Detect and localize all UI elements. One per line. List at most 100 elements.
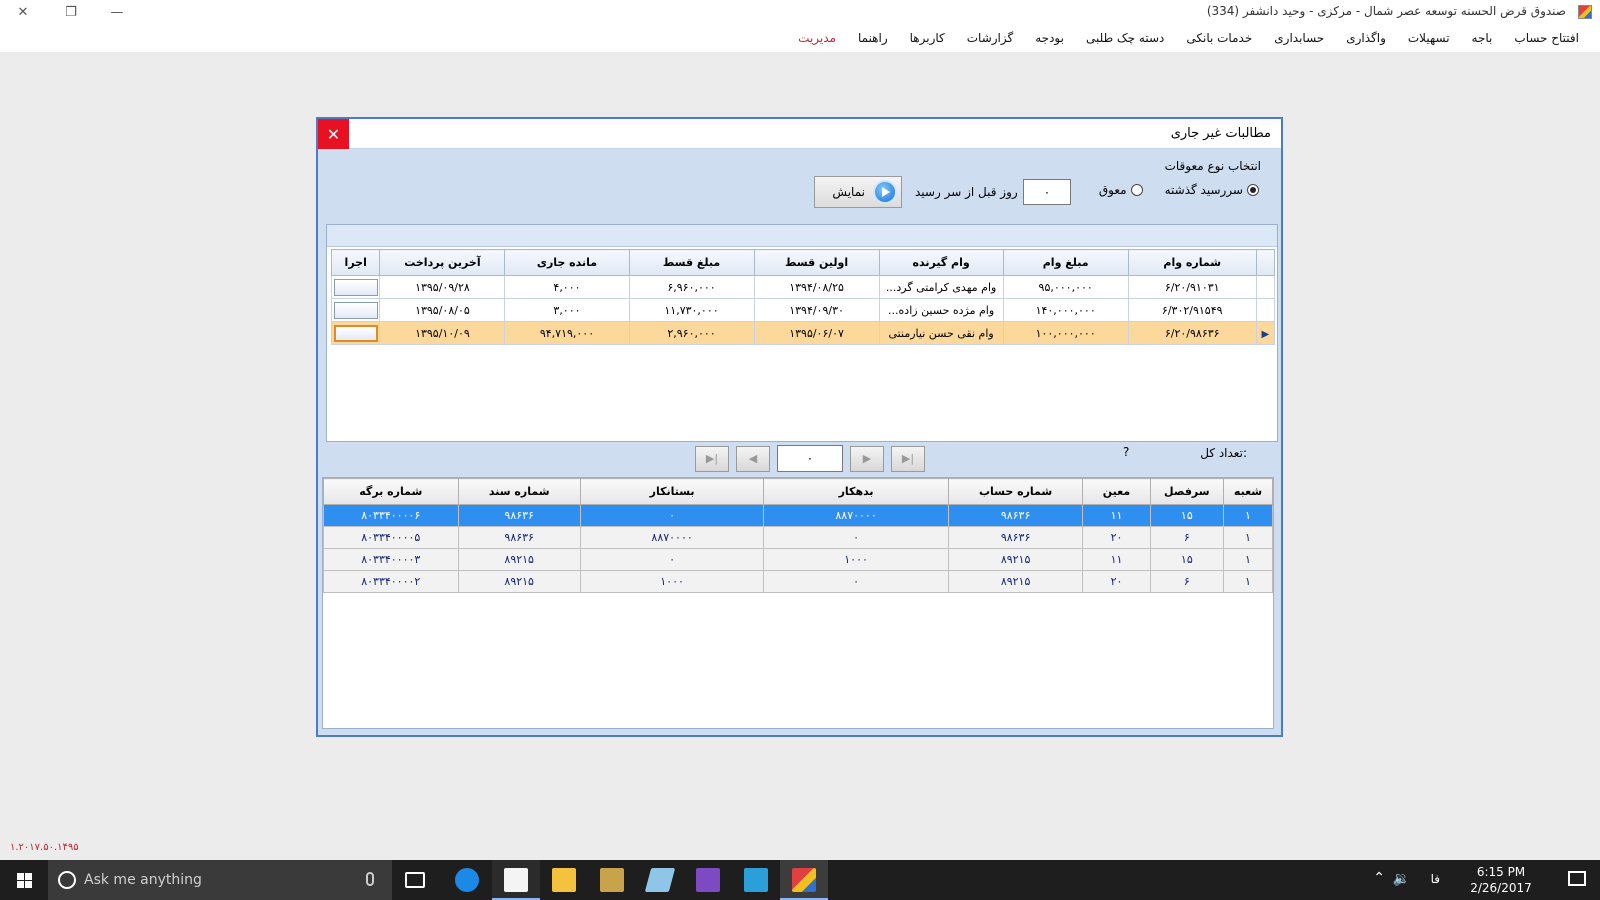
credit-cell: ۰ [579,504,765,527]
debit-cell: ۰ [763,526,949,549]
language-indicator[interactable]: فا [1431,872,1440,886]
col-credit[interactable]: بستانکار [579,478,765,505]
col-balance[interactable]: مانده جاری [504,249,630,276]
loan-row[interactable]: ۱۳۹۵/۰۹/۲۸ ۴,۰۰۰ ۶,۹۶۰,۰۰۰ ۱۳۹۴/۰۸/۲۵ وا… [330,275,1276,299]
loan-number-cell: ۶/۲۰/۹۱۰۳۱ [1127,275,1257,299]
radio-overdue[interactable] [1247,184,1259,196]
store-icon[interactable] [504,868,528,892]
document-number-cell: ۹۸۶۳۶ [457,504,581,527]
microphone-icon[interactable] [366,872,374,886]
col-indicator [1255,249,1276,276]
menu-teller[interactable]: باجه [1461,31,1504,45]
col-document-number[interactable]: شماره سند [457,478,581,505]
radio-delayed-label: معوق [1098,183,1127,197]
cortana-icon [58,871,76,889]
menu-reports[interactable]: گزارشات [956,31,1024,45]
menu-facilities[interactable]: تسهیلات [1397,31,1461,45]
total-count-value: ? [1123,445,1130,459]
restore-window-icon[interactable]: ❐ [48,0,94,24]
notes-app-icon[interactable] [644,868,676,892]
loan-number-cell: ۶/۲۰/۹۸۶۳۶ [1127,321,1257,345]
menu-help[interactable]: راهنما [847,31,899,45]
loan-number-cell: ۶/۳۰۲/۹۱۵۴۹ [1127,298,1257,322]
volume-icon[interactable]: 🔉 [1393,871,1410,887]
balance-cell: ۳,۰۰۰ [504,298,630,322]
sub-ledger-cell: ۲۰ [1082,570,1151,593]
col-last-payment[interactable]: آخرین پرداخت [379,249,506,276]
sheet-number-cell: ۸۰۳۳۴۰۰۰۰۵ [323,526,459,549]
last-payment-cell: ۱۳۹۵/۰۹/۲۸ [379,275,506,299]
menu-bank-services[interactable]: خدمات بانکی [1175,31,1263,45]
loans-table: اجرا آخرین پرداخت مانده جاری مبلغ قسط او… [330,249,1276,345]
col-first-installment[interactable]: اولین قسط [753,249,880,276]
exec-button[interactable] [333,324,378,342]
dialog-title: مطالبات غیر جاری [1170,126,1271,141]
installment-amount-cell: ۱۱,۷۳۰,۰۰۰ [628,298,755,322]
edge-browser-icon[interactable] [455,868,479,892]
col-debit[interactable]: بدهکار [763,478,949,505]
last-payment-cell: ۱۳۹۵/۱۰/۰۹ [379,321,506,345]
col-loan-amount[interactable]: مبلغ وام [1002,249,1129,276]
exec-button[interactable] [333,278,378,296]
radio-delayed[interactable] [1130,184,1143,196]
show-hidden-icons-icon[interactable]: ⌃ [1373,870,1385,886]
visual-studio-icon[interactable] [696,868,720,892]
page-number-input[interactable]: ۰ [777,445,843,472]
menu-budget[interactable]: بودجه [1024,31,1075,45]
menu-open-account[interactable]: افتتاح حساب [1503,31,1590,45]
menu-users[interactable]: کاربرها [899,31,956,45]
cortana-search-box[interactable]: Ask me anything [48,860,392,900]
search-placeholder: Ask me anything [84,872,202,888]
loan-row[interactable]: ۱۳۹۵/۰۸/۰۵ ۳,۰۰۰ ۱۱,۷۳۰,۰۰۰ ۱۳۹۴/۰۹/۳۰ و… [330,298,1276,322]
file-explorer-icon[interactable] [552,868,576,892]
next-page-button[interactable]: ▶ [850,445,884,472]
minimize-window-icon[interactable]: — [94,0,140,24]
first-page-button[interactable]: ▶| [891,445,925,472]
clock-date: 2/26/2017 [1470,881,1532,895]
voucher-row[interactable]: ۸۰۳۳۴۰۰۰۰۵ ۹۸۶۳۶ ۸۸۷۰۰۰۰ ۰ ۹۸۶۳۶ ۲۰ ۶ ۱ [323,526,1273,549]
loan-row-selected[interactable]: ۱۳۹۵/۱۰/۰۹ ۹۴,۷۱۹,۰۰۰ ۲,۹۶۰,۰۰۰ ۱۳۹۵/۰۶/… [330,321,1276,345]
col-borrower[interactable]: وام گیرنده [878,249,1004,276]
network-app-icon[interactable] [744,868,768,892]
debit-cell: ۸۸۷۰۰۰۰ [763,504,949,527]
sub-ledger-cell: ۱۱ [1082,548,1151,571]
voucher-row[interactable]: ۸۰۳۳۴۰۰۰۰۳ ۸۹۲۱۵ ۰ ۱۰۰۰ ۸۹۲۱۵ ۱۱ ۱۵ ۱ [323,548,1273,571]
start-button[interactable] [0,860,48,900]
sheet-number-cell: ۸۰۳۳۴۰۰۰۰۶ [323,504,459,527]
row-indicator-arrow-icon: ▶ [1255,321,1276,345]
credit-cell: ۱۰۰۰ [579,570,765,593]
account-number-cell: ۸۹۲۱۵ [947,548,1084,571]
tools-app-icon[interactable] [600,868,624,892]
menu-assignment[interactable]: واگذاری [1335,31,1397,45]
col-sheet-number[interactable]: شماره برگه [323,478,459,505]
clock[interactable]: 6:15 PM 2/26/2017 [1456,864,1546,896]
voucher-row-selected[interactable]: ۸۰۳۳۴۰۰۰۰۶ ۹۸۶۳۶ ۰ ۸۸۷۰۰۰۰ ۹۸۶۳۶ ۱۱ ۱۵ ۱ [323,504,1273,527]
col-sub-ledger[interactable]: معین [1082,478,1151,505]
branch-cell: ۱ [1223,526,1273,549]
pager: ▶| ◀ ۰ ▶ ▶| [695,445,932,472]
menu-accounting[interactable]: حسابداری [1263,31,1335,45]
col-exec[interactable]: اجرا [330,249,381,276]
prev-page-button[interactable]: ◀ [736,445,770,472]
col-installment-amount[interactable]: مبلغ قسط [628,249,755,276]
col-general-ledger[interactable]: سرفصل [1149,478,1225,505]
dialog-close-button[interactable]: ✕ [318,119,349,149]
show-button[interactable]: نمایش [814,176,902,208]
days-before-due-input[interactable]: ۰ [1023,179,1071,205]
days-before-due-label: روز قبل از سر رسید [915,185,1018,199]
close-window-icon[interactable]: ✕ [0,0,46,24]
exec-button[interactable] [333,301,378,319]
document-number-cell: ۹۸۶۳۶ [457,526,581,549]
app-title: صندوق قرض الحسنه توسعه عصر شمال - مرکزی … [1206,4,1566,18]
loan-amount-cell: ۱۴۰,۰۰۰,۰۰۰ [1002,298,1129,322]
notification-center-icon[interactable] [1568,871,1586,886]
current-app-icon[interactable] [792,868,816,892]
voucher-row[interactable]: ۸۰۳۳۴۰۰۰۰۲ ۸۹۲۱۵ ۱۰۰۰ ۰ ۸۹۲۱۵ ۲۰ ۶ ۱ [323,570,1273,593]
menu-checkbook[interactable]: دسته چک طلبی [1075,31,1175,45]
col-account-number[interactable]: شماره حساب [947,478,1084,505]
task-view-icon[interactable] [405,872,425,888]
col-loan-number[interactable]: شماره وام [1127,249,1257,276]
last-page-button[interactable]: ▶| [695,445,729,472]
col-branch[interactable]: شعبه [1223,478,1273,505]
menu-admin[interactable]: مدیریت [787,31,847,45]
